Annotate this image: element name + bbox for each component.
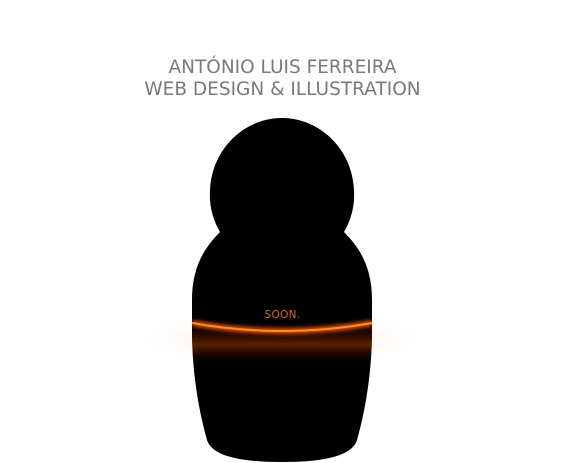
coming-soon-label: SOON. [264, 309, 301, 321]
matryoshka-doll-illustration [137, 118, 427, 462]
doll-body [192, 118, 372, 462]
